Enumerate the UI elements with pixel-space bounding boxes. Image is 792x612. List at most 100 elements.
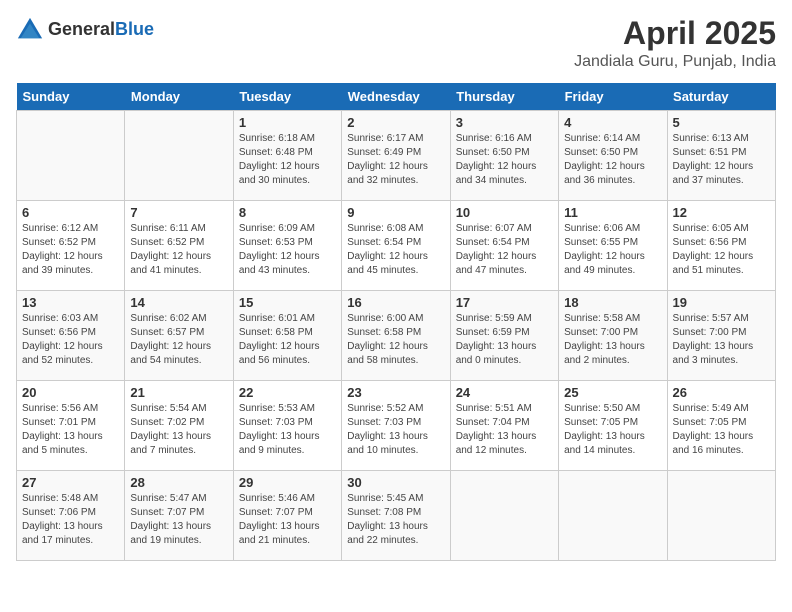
week-row-1: 1 Sunrise: 6:18 AM Sunset: 6:48 PM Daylig… bbox=[17, 111, 776, 201]
day-number: 6 bbox=[22, 205, 119, 220]
calendar-cell: 22Sunrise: 5:53 AM Sunset: 7:03 PM Dayli… bbox=[233, 381, 341, 471]
day-number: 15 bbox=[239, 295, 336, 310]
day-info: Sunrise: 6:01 AM Sunset: 6:58 PM Dayligh… bbox=[239, 312, 336, 368]
day-info: Sunrise: 6:02 AM Sunset: 6:57 PM Dayligh… bbox=[130, 312, 227, 368]
day-number: 7 bbox=[130, 205, 227, 220]
calendar-cell bbox=[125, 111, 233, 201]
day-number: 27 bbox=[22, 475, 119, 490]
day-info: Sunrise: 5:46 AM Sunset: 7:07 PM Dayligh… bbox=[239, 492, 336, 548]
logo: GeneralBlue bbox=[16, 16, 154, 44]
calendar-cell: 2Sunrise: 6:17 AM Sunset: 6:49 PM Daylig… bbox=[342, 111, 450, 201]
calendar-cell: 7 Sunrise: 6:11 AM Sunset: 6:52 PM Daylig… bbox=[125, 201, 233, 291]
calendar-cell: 27Sunrise: 5:48 AM Sunset: 7:06 PM Dayli… bbox=[17, 471, 125, 561]
day-number: 8 bbox=[239, 205, 336, 220]
day-info: Sunrise: 5:47 AM Sunset: 7:07 PM Dayligh… bbox=[130, 492, 227, 548]
day-info: Sunrise: 6:00 AM Sunset: 6:58 PM Dayligh… bbox=[347, 312, 444, 368]
day-info: Sunrise: 5:50 AM Sunset: 7:05 PM Dayligh… bbox=[564, 402, 661, 458]
calendar-cell: 4 Sunrise: 6:14 AM Sunset: 6:50 PM Daylig… bbox=[559, 111, 667, 201]
day-info: Sunrise: 6:13 AM Sunset: 6:51 PM Dayligh… bbox=[673, 132, 770, 188]
calendar-cell: 14 Sunrise: 6:02 AM Sunset: 6:57 PM Dayli… bbox=[125, 291, 233, 381]
day-info: Sunrise: 5:52 AM Sunset: 7:03 PM Dayligh… bbox=[347, 402, 444, 458]
day-info: Sunrise: 6:11 AM Sunset: 6:52 PM Dayligh… bbox=[130, 222, 227, 278]
calendar-cell: 28Sunrise: 5:47 AM Sunset: 7:07 PM Dayli… bbox=[125, 471, 233, 561]
col-saturday: Saturday bbox=[667, 83, 775, 111]
calendar-cell: 16 Sunrise: 6:00 AM Sunset: 6:58 PM Dayli… bbox=[342, 291, 450, 381]
day-number: 21 bbox=[130, 385, 227, 400]
day-number: 23 bbox=[347, 385, 444, 400]
calendar-cell: 10Sunrise: 6:07 AM Sunset: 6:54 PM Dayli… bbox=[450, 201, 558, 291]
logo-icon bbox=[16, 16, 44, 44]
calendar-cell: 25 Sunrise: 5:50 AM Sunset: 7:05 PM Dayli… bbox=[559, 381, 667, 471]
calendar-cell: 11 Sunrise: 6:06 AM Sunset: 6:55 PM Dayli… bbox=[559, 201, 667, 291]
header-row: Sunday Monday Tuesday Wednesday Thursday… bbox=[17, 83, 776, 111]
day-info: Sunrise: 5:45 AM Sunset: 7:08 PM Dayligh… bbox=[347, 492, 444, 548]
logo-text-general: GeneralBlue bbox=[48, 20, 154, 40]
calendar-cell: 23 Sunrise: 5:52 AM Sunset: 7:03 PM Dayli… bbox=[342, 381, 450, 471]
calendar-cell: 12 Sunrise: 6:05 AM Sunset: 6:56 PM Dayli… bbox=[667, 201, 775, 291]
day-info: Sunrise: 6:05 AM Sunset: 6:56 PM Dayligh… bbox=[673, 222, 770, 278]
calendar-cell bbox=[559, 471, 667, 561]
calendar-cell: 30 Sunrise: 5:45 AM Sunset: 7:08 PM Dayli… bbox=[342, 471, 450, 561]
calendar-table: Sunday Monday Tuesday Wednesday Thursday… bbox=[16, 83, 776, 561]
calendar-cell: 26 Sunrise: 5:49 AM Sunset: 7:05 PM Dayli… bbox=[667, 381, 775, 471]
col-wednesday: Wednesday bbox=[342, 83, 450, 111]
calendar-cell: 13 Sunrise: 6:03 AM Sunset: 6:56 PM Dayli… bbox=[17, 291, 125, 381]
day-info: Sunrise: 5:56 AM Sunset: 7:01 PM Dayligh… bbox=[22, 402, 119, 458]
calendar-subtitle: Jandiala Guru, Punjab, India bbox=[574, 53, 776, 71]
calendar-title: April 2025 bbox=[574, 16, 776, 51]
title-area: April 2025 Jandiala Guru, Punjab, India bbox=[574, 16, 776, 71]
day-info: Sunrise: 6:09 AM Sunset: 6:53 PM Dayligh… bbox=[239, 222, 336, 278]
day-number: 30 bbox=[347, 475, 444, 490]
day-info: Sunrise: 6:06 AM Sunset: 6:55 PM Dayligh… bbox=[564, 222, 661, 278]
calendar-cell: 17Sunrise: 5:59 AM Sunset: 6:59 PM Dayli… bbox=[450, 291, 558, 381]
day-info: Sunrise: 5:51 AM Sunset: 7:04 PM Dayligh… bbox=[456, 402, 553, 458]
day-info: Sunrise: 5:54 AM Sunset: 7:02 PM Dayligh… bbox=[130, 402, 227, 458]
day-info: Sunrise: 6:18 AM Sunset: 6:48 PM Dayligh… bbox=[239, 132, 336, 188]
col-sunday: Sunday bbox=[17, 83, 125, 111]
col-thursday: Thursday bbox=[450, 83, 558, 111]
calendar-cell: 5 Sunrise: 6:13 AM Sunset: 6:51 PM Daylig… bbox=[667, 111, 775, 201]
calendar-cell: 15 Sunrise: 6:01 AM Sunset: 6:58 PM Dayli… bbox=[233, 291, 341, 381]
week-row-5: 27Sunrise: 5:48 AM Sunset: 7:06 PM Dayli… bbox=[17, 471, 776, 561]
col-friday: Friday bbox=[559, 83, 667, 111]
day-number: 26 bbox=[673, 385, 770, 400]
day-number: 17 bbox=[456, 295, 553, 310]
day-number: 16 bbox=[347, 295, 444, 310]
day-info: Sunrise: 5:57 AM Sunset: 7:00 PM Dayligh… bbox=[673, 312, 770, 368]
day-number: 20 bbox=[22, 385, 119, 400]
day-info: Sunrise: 6:14 AM Sunset: 6:50 PM Dayligh… bbox=[564, 132, 661, 188]
calendar-cell: 29 Sunrise: 5:46 AM Sunset: 7:07 PM Dayli… bbox=[233, 471, 341, 561]
day-info: Sunrise: 6:03 AM Sunset: 6:56 PM Dayligh… bbox=[22, 312, 119, 368]
day-number: 5 bbox=[673, 115, 770, 130]
calendar-cell: 18Sunrise: 5:58 AM Sunset: 7:00 PM Dayli… bbox=[559, 291, 667, 381]
day-number: 29 bbox=[239, 475, 336, 490]
calendar-cell: 20 Sunrise: 5:56 AM Sunset: 7:01 PM Dayli… bbox=[17, 381, 125, 471]
day-number: 4 bbox=[564, 115, 661, 130]
day-number: 13 bbox=[22, 295, 119, 310]
calendar-cell bbox=[17, 111, 125, 201]
day-number: 10 bbox=[456, 205, 553, 220]
day-info: Sunrise: 6:08 AM Sunset: 6:54 PM Dayligh… bbox=[347, 222, 444, 278]
calendar-cell bbox=[667, 471, 775, 561]
day-number: 12 bbox=[673, 205, 770, 220]
calendar-cell: 24Sunrise: 5:51 AM Sunset: 7:04 PM Dayli… bbox=[450, 381, 558, 471]
day-info: Sunrise: 5:49 AM Sunset: 7:05 PM Dayligh… bbox=[673, 402, 770, 458]
calendar-cell: 21 Sunrise: 5:54 AM Sunset: 7:02 PM Dayli… bbox=[125, 381, 233, 471]
calendar-cell: 1 Sunrise: 6:18 AM Sunset: 6:48 PM Daylig… bbox=[233, 111, 341, 201]
day-info: Sunrise: 5:58 AM Sunset: 7:00 PM Dayligh… bbox=[564, 312, 661, 368]
day-number: 1 bbox=[239, 115, 336, 130]
day-number: 11 bbox=[564, 205, 661, 220]
col-tuesday: Tuesday bbox=[233, 83, 341, 111]
day-number: 25 bbox=[564, 385, 661, 400]
day-number: 22 bbox=[239, 385, 336, 400]
calendar-cell: 19 Sunrise: 5:57 AM Sunset: 7:00 PM Dayli… bbox=[667, 291, 775, 381]
day-number: 19 bbox=[673, 295, 770, 310]
page-header: GeneralBlue April 2025 Jandiala Guru, Pu… bbox=[16, 16, 776, 71]
calendar-header: Sunday Monday Tuesday Wednesday Thursday… bbox=[17, 83, 776, 111]
day-number: 14 bbox=[130, 295, 227, 310]
week-row-3: 13 Sunrise: 6:03 AM Sunset: 6:56 PM Dayli… bbox=[17, 291, 776, 381]
calendar-cell: 6Sunrise: 6:12 AM Sunset: 6:52 PM Daylig… bbox=[17, 201, 125, 291]
calendar-cell: 3Sunrise: 6:16 AM Sunset: 6:50 PM Daylig… bbox=[450, 111, 558, 201]
calendar-cell bbox=[450, 471, 558, 561]
day-info: Sunrise: 6:16 AM Sunset: 6:50 PM Dayligh… bbox=[456, 132, 553, 188]
